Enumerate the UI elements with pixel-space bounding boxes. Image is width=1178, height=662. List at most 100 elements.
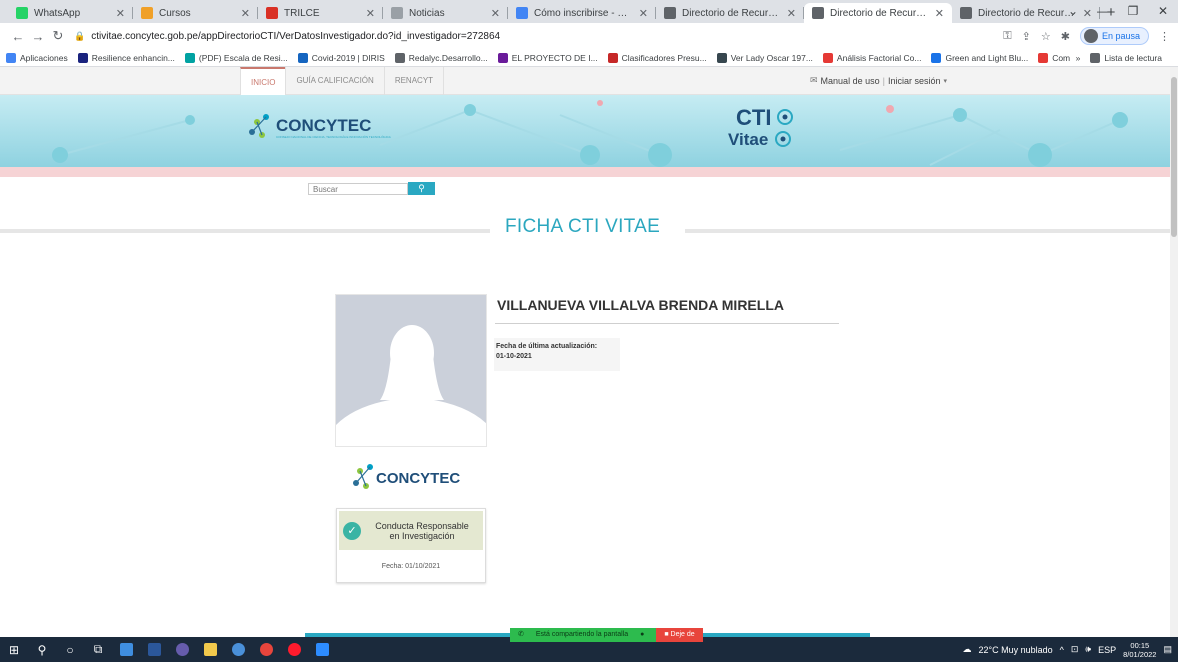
bookmark-item[interactable]: Ver Lady Oscar 197...	[716, 52, 813, 63]
bookmarks-more-button[interactable]: »	[1076, 53, 1081, 63]
minimize-button[interactable]: —	[1088, 0, 1118, 23]
close-tab-icon[interactable]: ✕	[935, 7, 944, 20]
bookmark-label: Resilience enhancin...	[91, 52, 175, 63]
bookmark-item[interactable]: Aplicaciones	[6, 52, 68, 63]
tab-title: TRILCE	[284, 7, 320, 19]
opera-icon[interactable]	[280, 637, 308, 662]
page-title: FICHA CTI VITAE	[505, 216, 661, 237]
bookmark-label: Green and Light Blu...	[945, 52, 1029, 63]
cortana-icon[interactable]: ○	[56, 637, 84, 662]
task-view-icon[interactable]: ⧉	[84, 637, 112, 662]
search-icon[interactable]: ⚲	[28, 637, 56, 662]
restore-button[interactable]: ❐	[1118, 0, 1148, 23]
word-icon[interactable]	[140, 637, 168, 662]
news-icon	[391, 7, 403, 19]
viber-icon[interactable]	[168, 637, 196, 662]
profile-photo-placeholder	[335, 294, 487, 447]
zoom-icon[interactable]	[308, 637, 336, 662]
svg-text:CTI: CTI	[736, 105, 771, 130]
windows-start-icon[interactable]: ⊞	[0, 637, 28, 662]
reading-list-icon	[1090, 53, 1101, 63]
close-window-button[interactable]: ✕	[1148, 0, 1178, 23]
tab-title: Cómo inscribirse - Manual	[534, 7, 635, 19]
lock-icon[interactable]: 🔒	[74, 31, 85, 42]
app-icon[interactable]	[224, 637, 252, 662]
browser-tab[interactable]: Cómo inscribirse - Manual ✕	[508, 3, 656, 23]
url-input[interactable]: 🔒 ctivitae.concytec.gob.pe/appDirectorio…	[74, 26, 995, 46]
whatsapp-icon	[16, 7, 28, 19]
tab-search-icon[interactable]: ⌄	[1058, 0, 1088, 23]
login-link[interactable]: Iniciar sesión	[888, 76, 941, 86]
volume-icon[interactable]: 🕪	[1085, 644, 1091, 655]
back-icon[interactable]: ←	[8, 29, 28, 44]
window-controls: ⌄ — ❐ ✕	[1058, 0, 1178, 23]
doc-icon	[516, 7, 528, 19]
close-tab-icon[interactable]: ✕	[639, 7, 648, 20]
key-icon[interactable]: ⚿	[1003, 30, 1011, 43]
chevron-down-icon[interactable]: ▾	[943, 77, 947, 85]
heading-rule-right	[685, 229, 1170, 233]
manual-link[interactable]: Manual de uso	[821, 76, 880, 86]
tab-title: Cursos	[159, 7, 191, 19]
profile-button[interactable]: En pausa	[1079, 27, 1149, 45]
weather-icon[interactable]: ☁	[962, 644, 971, 655]
bookmark-item[interactable]: Resilience enhancin...	[77, 52, 175, 63]
search-button[interactable]: ⚲	[408, 182, 435, 195]
name-divider	[495, 323, 839, 324]
scrollbar-thumb[interactable]	[1171, 77, 1177, 237]
menu-icon[interactable]: ⋮	[1159, 30, 1170, 43]
close-tab-icon[interactable]: ✕	[491, 7, 500, 20]
notification-icon[interactable]: ▤	[1163, 644, 1172, 655]
globe-icon	[812, 7, 824, 19]
globe-icon	[960, 7, 972, 19]
bookmark-item[interactable]: Green and Light Blu...	[931, 52, 1029, 63]
svg-text:Vitae: Vitae	[728, 130, 768, 149]
bookmark-item[interactable]: EL PROYECTO DE I...	[497, 52, 598, 63]
file-explorer-icon[interactable]	[196, 637, 224, 662]
weather-text[interactable]: 22°C Muy nublado	[978, 645, 1052, 655]
close-tab-icon[interactable]: ✕	[366, 7, 375, 20]
share-icon[interactable]: ⇪	[1022, 30, 1031, 43]
page-scrollbar[interactable]	[1170, 67, 1178, 637]
chrome-icon[interactable]	[252, 637, 280, 662]
language-indicator[interactable]: ESP	[1098, 645, 1116, 655]
browser-tab[interactable]: Directorio de Recursos Hu ✕	[656, 3, 804, 23]
tray-chevron-icon[interactable]: ^	[1060, 645, 1064, 655]
bookmark-icon	[184, 52, 195, 63]
close-tab-icon[interactable]: ✕	[116, 7, 125, 20]
nav-guia-calificacion[interactable]: GUÍA CALIFICACIÓN	[285, 67, 383, 95]
extensions-icon[interactable]: ✱	[1061, 30, 1070, 43]
browser-tab[interactable]: WhatsApp ✕	[8, 3, 133, 23]
clock[interactable]: 00:15 8/01/2022	[1123, 641, 1156, 659]
bookmark-item[interactable]: Análisis Factorial Co...	[822, 52, 921, 63]
svg-text:CONCYTEC: CONCYTEC	[376, 470, 460, 487]
network-icon[interactable]: ⊡	[1071, 644, 1079, 655]
tab-title: Directorio de Recursos Hu	[682, 7, 783, 19]
search-input[interactable]: Buscar	[308, 183, 408, 195]
certificate-card[interactable]: CONCYTEC ✓ Conducta Responsable en Inves…	[336, 461, 487, 583]
site-banner: CONCYTEC CONSEJO NACIONAL DE CIENCIA, TE…	[0, 95, 1170, 167]
photos-icon[interactable]	[112, 637, 140, 662]
nav-renacyt[interactable]: RENACYT	[383, 67, 445, 95]
heading-rule-left	[0, 229, 490, 233]
browser-tab[interactable]: Cursos ✕	[133, 3, 258, 23]
bookmark-item[interactable]: Covid-2019 | DIRIS	[297, 52, 385, 63]
close-tab-icon[interactable]: ✕	[241, 7, 250, 20]
mail-icon: ✉	[810, 75, 818, 85]
browser-tab[interactable]: Directorio de Recursos Hu ✕	[804, 3, 952, 23]
stop-sharing-button[interactable]: ■ Deje de	[656, 628, 703, 642]
bookmark-label: EL PROYECTO DE I...	[511, 52, 598, 63]
bookmark-item[interactable]: Clasificadores Presu...	[607, 52, 707, 63]
reading-list-button[interactable]: Lista de lectura	[1090, 53, 1162, 63]
search-icon: ⚲	[418, 183, 425, 193]
star-icon[interactable]: ☆	[1041, 30, 1051, 43]
nav-inicio[interactable]: INICIO	[240, 67, 286, 95]
browser-tab[interactable]: TRILCE ✕	[258, 3, 383, 23]
forward-icon[interactable]: →	[28, 29, 48, 44]
bookmark-item[interactable]: Redalyc.Desarrollo...	[394, 52, 488, 63]
browser-tab[interactable]: Noticias ✕	[383, 3, 508, 23]
bookmark-item[interactable]: (PDF) Escala de Resi...	[184, 52, 288, 63]
close-tab-icon[interactable]: ✕	[787, 7, 796, 20]
reload-icon[interactable]: ↻	[48, 28, 68, 44]
bookmark-label: Redalyc.Desarrollo...	[408, 52, 488, 63]
